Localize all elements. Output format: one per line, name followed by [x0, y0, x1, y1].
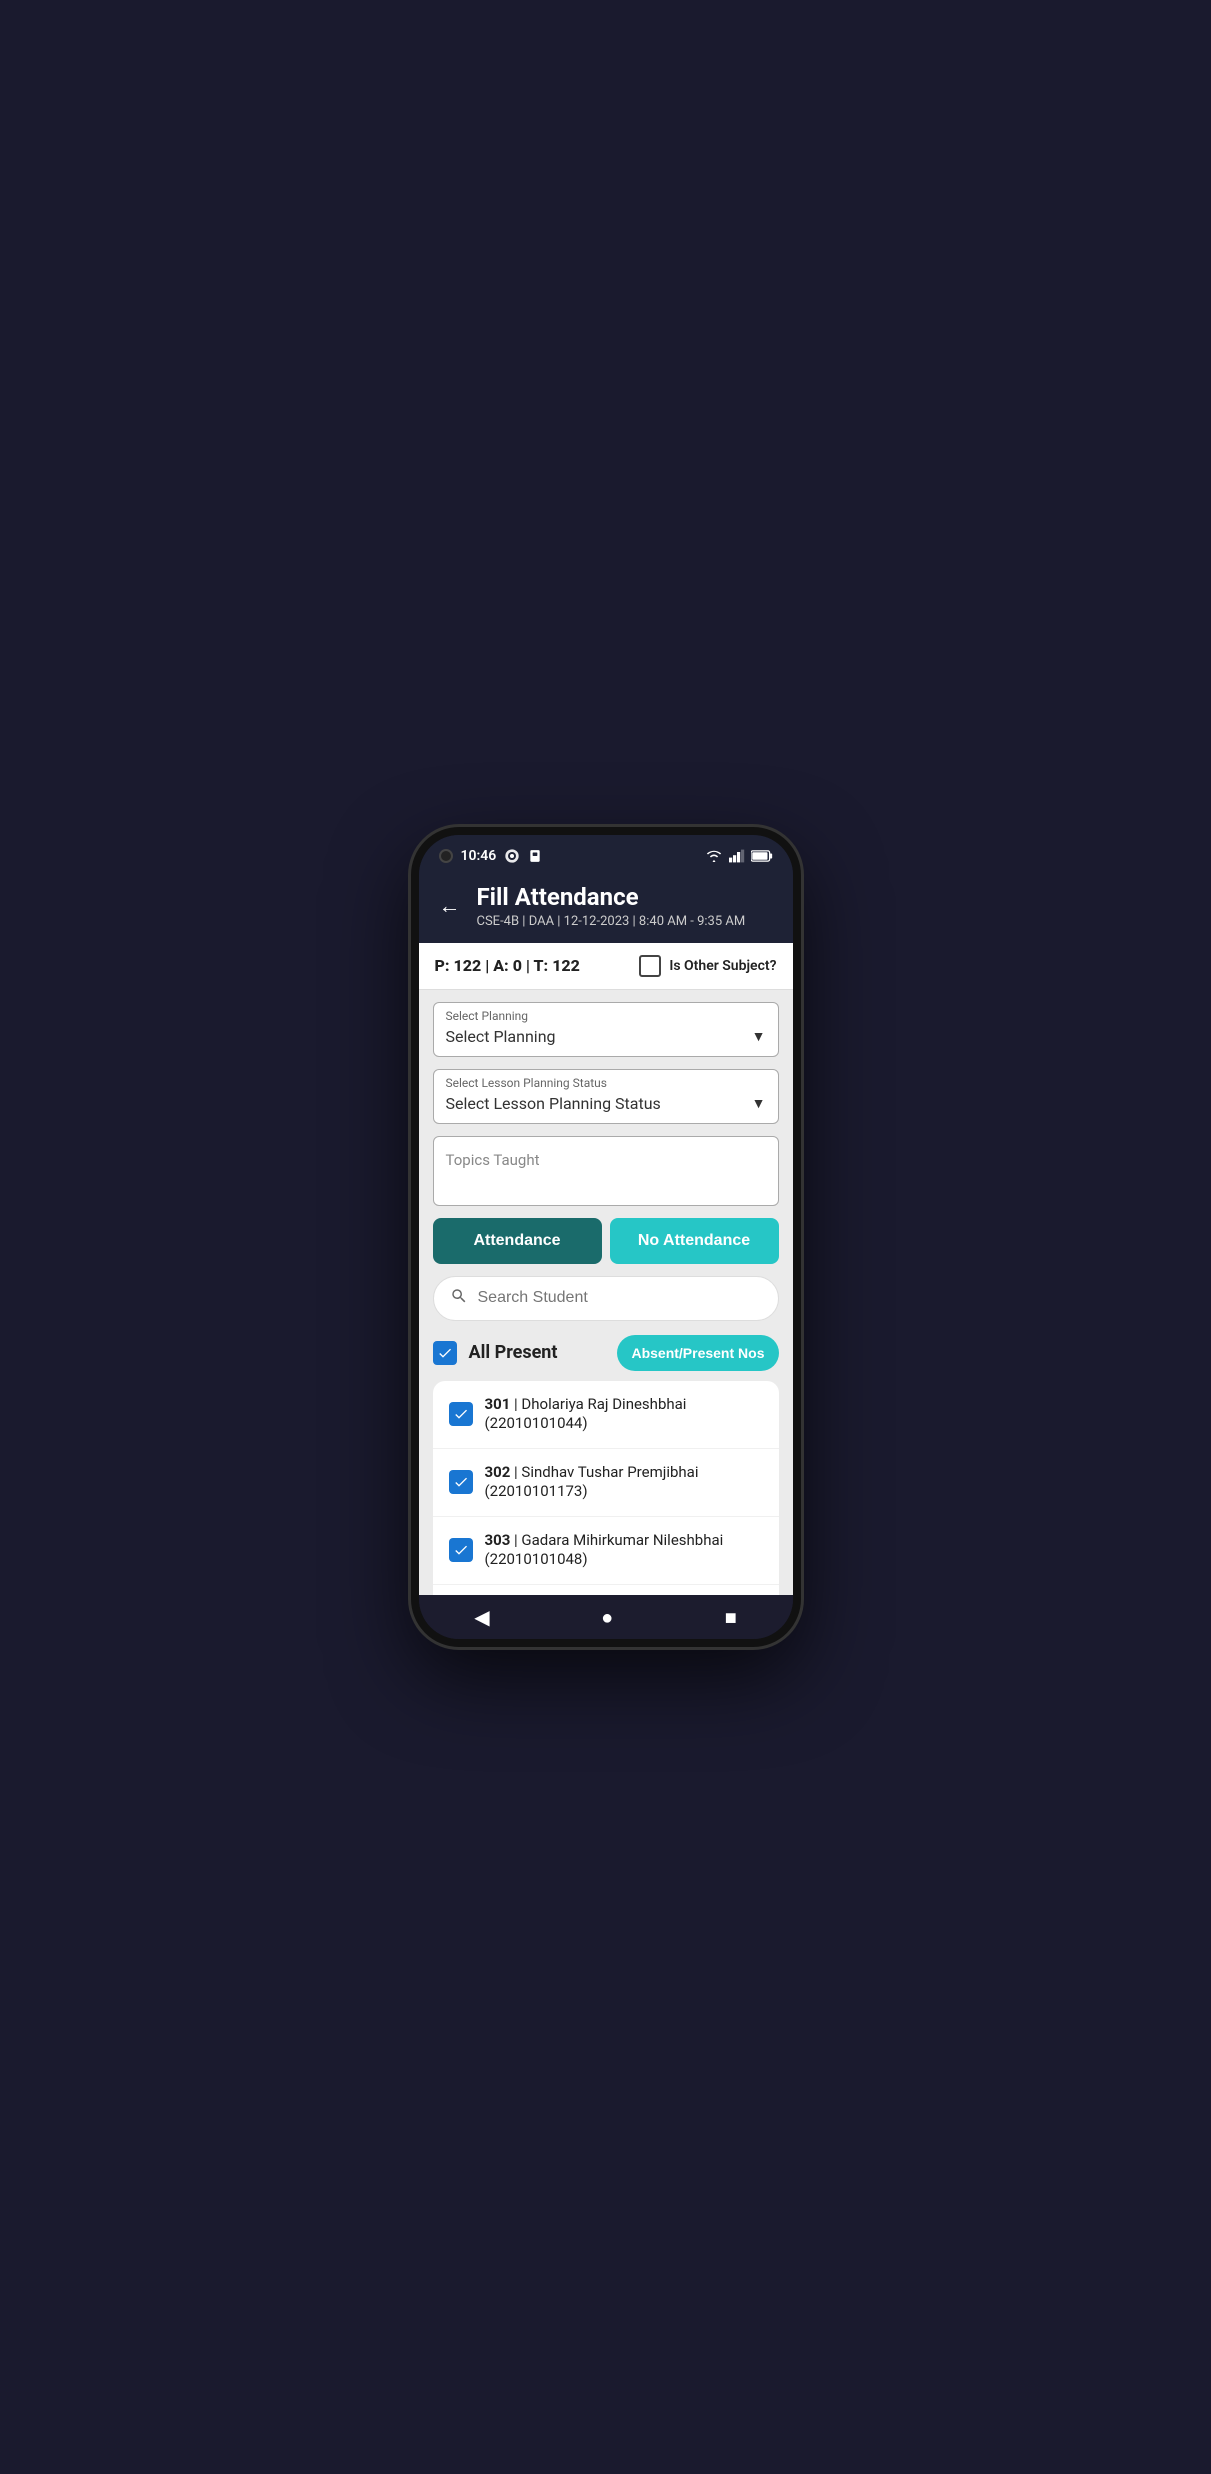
notification-icon	[504, 848, 520, 864]
stats-row: P: 122 | A: 0 | T: 122 Is Other Subject?	[419, 943, 793, 990]
action-buttons: Attendance No Attendance	[419, 1218, 793, 1276]
attendance-stats: P: 122 | A: 0 | T: 122	[435, 956, 640, 975]
phone-frame: 10:46 ← Fill Attendance CSE-4B | DAA | 1…	[411, 827, 801, 1647]
topics-taught-input[interactable]: Topics Taught	[433, 1136, 779, 1206]
planning-field[interactable]: Select Planning Select Planning ▼	[433, 1002, 779, 1057]
page-title: Fill Attendance	[477, 883, 746, 912]
app-header: ← Fill Attendance CSE-4B | DAA | 12-12-2…	[419, 873, 793, 943]
separator1: | A:	[485, 956, 513, 975]
topics-taught-placeholder: Topics Taught	[446, 1151, 540, 1169]
back-button[interactable]: ←	[435, 889, 465, 923]
lesson-planning-field[interactable]: Select Lesson Planning Status Select Les…	[433, 1069, 779, 1124]
header-text: Fill Attendance CSE-4B | DAA | 12-12-202…	[477, 883, 746, 929]
student-checkbox[interactable]	[449, 1538, 473, 1562]
status-bar: 10:46	[419, 835, 793, 873]
attendance-button[interactable]: Attendance	[433, 1218, 602, 1264]
wifi-icon	[705, 849, 723, 863]
separator2: | T:	[526, 956, 552, 975]
student-list: 301 | Dholariya Raj Dineshbhai (22010101…	[433, 1381, 779, 1595]
search-box[interactable]	[433, 1276, 779, 1321]
student-item[interactable]: 302 | Sindhav Tushar Premjibhai (2201010…	[433, 1449, 779, 1517]
no-attendance-button[interactable]: No Attendance	[610, 1218, 779, 1264]
sim-icon	[528, 849, 542, 863]
other-subject-checkbox[interactable]	[639, 955, 661, 977]
search-section	[419, 1276, 793, 1331]
status-icons	[705, 849, 773, 863]
student-item[interactable]: 303 | Gadara Mihirkumar Nileshbhai (2201…	[433, 1517, 779, 1585]
signal-icon	[729, 849, 745, 863]
nav-home-icon[interactable]: ●	[601, 1605, 613, 1630]
absent-present-button[interactable]: Absent/Present Nos	[617, 1335, 778, 1371]
nav-back-icon[interactable]: ◀	[474, 1605, 489, 1629]
student-item[interactable]: 304 | Padariya Dhruvik Sanjaybhai (22010…	[433, 1585, 779, 1595]
form-section: Select Planning Select Planning ▼ Select…	[419, 990, 793, 1218]
lesson-planning-select[interactable]: Select Lesson Planning Status ▼	[446, 1094, 766, 1113]
present-label: P:	[435, 956, 454, 975]
lesson-planning-field-label: Select Lesson Planning Status	[446, 1076, 766, 1090]
all-present-checkbox[interactable]	[433, 1341, 457, 1365]
time-display: 10:46	[461, 848, 497, 864]
student-text: 302 | Sindhav Tushar Premjibhai (2201010…	[485, 1463, 763, 1502]
planning-select[interactable]: Select Planning ▼	[446, 1027, 766, 1046]
nav-square-icon[interactable]: ■	[725, 1605, 737, 1630]
other-subject-text: Is Other Subject?	[669, 958, 776, 974]
student-text: 303 | Gadara Mihirkumar Nileshbhai (2201…	[485, 1531, 763, 1570]
student-checkbox[interactable]	[449, 1402, 473, 1426]
present-value: 122	[454, 956, 482, 975]
absent-value: 0	[513, 956, 522, 975]
battery-icon	[751, 850, 773, 862]
search-input[interactable]	[478, 1289, 762, 1307]
student-item[interactable]: 301 | Dholariya Raj Dineshbhai (22010101…	[433, 1381, 779, 1449]
bottom-nav: ◀ ● ■	[419, 1595, 793, 1639]
planning-select-value: Select Planning	[446, 1027, 556, 1046]
all-present-row: All Present Absent/Present Nos	[419, 1331, 793, 1381]
planning-field-label: Select Planning	[446, 1009, 766, 1023]
student-checkbox[interactable]	[449, 1470, 473, 1494]
all-present-label: All Present	[469, 1342, 606, 1363]
planning-chevron-icon: ▼	[752, 1028, 766, 1045]
total-value: 122	[552, 956, 580, 975]
lesson-planning-select-value: Select Lesson Planning Status	[446, 1094, 661, 1113]
status-left: 10:46	[439, 848, 543, 864]
page-subtitle: CSE-4B | DAA | 12-12-2023 | 8:40 AM - 9:…	[477, 914, 746, 929]
search-icon	[450, 1287, 468, 1310]
main-content: P: 122 | A: 0 | T: 122 Is Other Subject?…	[419, 943, 793, 1595]
other-subject-label: Is Other Subject?	[639, 955, 776, 977]
camera-icon	[439, 849, 453, 863]
student-text: 301 | Dholariya Raj Dineshbhai (22010101…	[485, 1395, 763, 1434]
lesson-planning-chevron-icon: ▼	[752, 1095, 766, 1112]
